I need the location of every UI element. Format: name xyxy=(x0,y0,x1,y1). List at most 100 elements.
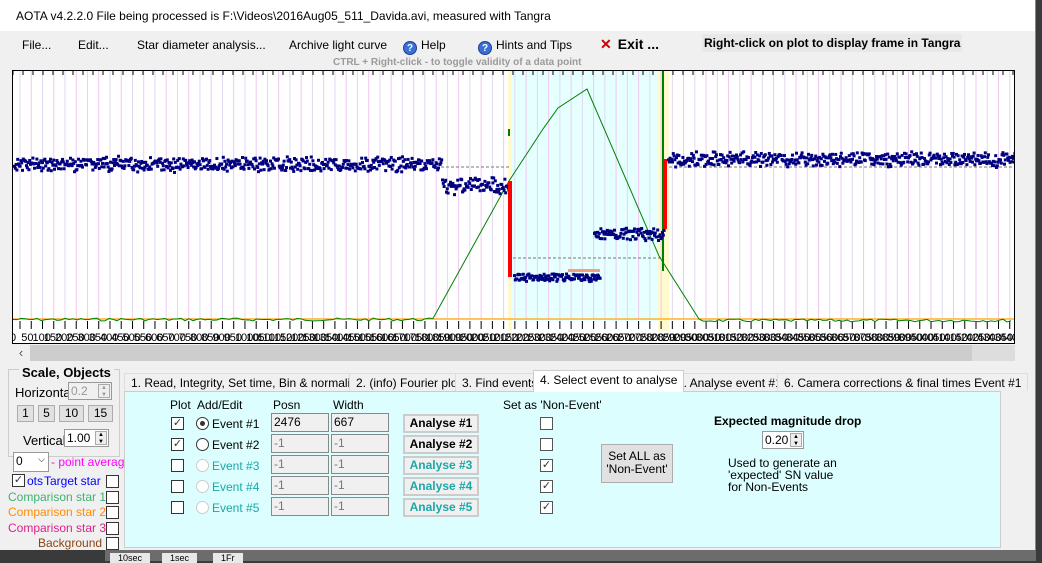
target-point xyxy=(442,184,446,188)
horizontal-spinner[interactable]: 0.2 ▲ ▼ xyxy=(68,382,112,400)
analyse-button-3[interactable]: Analyse #3 xyxy=(403,456,479,475)
plot-checkbox-event-1[interactable]: ✓ xyxy=(171,417,184,430)
target-point xyxy=(639,231,643,235)
target-point xyxy=(839,151,843,155)
target-point xyxy=(711,157,714,161)
mag-drop-spinner[interactable]: 0.20 ▲ ▼ xyxy=(762,431,804,449)
target-point xyxy=(795,151,798,155)
menu-hints[interactable]: ? Hints and Tips xyxy=(478,38,572,55)
target-point xyxy=(319,169,323,173)
width-field-3[interactable]: -1 xyxy=(331,455,389,474)
plot-checkbox-event-4[interactable] xyxy=(171,480,184,493)
scale-preset-10[interactable]: 10 xyxy=(59,405,84,422)
target-point xyxy=(27,168,31,172)
tab-5[interactable]: 5. Analyse event #1 xyxy=(670,373,789,391)
target-point xyxy=(35,157,39,161)
tab-2[interactable]: 2. (info) Fourier plot xyxy=(349,373,468,391)
non-event-checkbox-5[interactable]: ✓ xyxy=(540,501,553,514)
spin-arrows-icon[interactable]: ▲ ▼ xyxy=(95,431,107,445)
object-checkbox-4[interactable] xyxy=(106,537,119,550)
event-radio-3[interactable] xyxy=(196,459,209,472)
width-field-1[interactable]: 667 xyxy=(331,413,389,432)
target-point xyxy=(242,167,246,171)
light-curve-plot[interactable]: 0 50 100 150 200 250 300 350 400 450 500 550 600 650 7… xyxy=(10,70,1024,344)
target-point xyxy=(583,278,587,282)
menu-edit[interactable]: Edit... xyxy=(78,38,109,52)
scale-preset-15[interactable]: 15 xyxy=(88,405,113,422)
target-point xyxy=(983,151,987,155)
target-point xyxy=(478,189,482,193)
menu-help[interactable]: ? Help xyxy=(403,38,446,55)
analyse-button-4[interactable]: Analyse #4 xyxy=(403,477,479,496)
tab-4[interactable]: 4. Select event to analyse xyxy=(533,370,685,392)
non-event-checkbox-2[interactable] xyxy=(540,438,553,451)
scale-preset-1[interactable]: 1 xyxy=(17,405,34,422)
target-point xyxy=(303,167,307,171)
menu-exit[interactable]: ✕ Exit ... xyxy=(600,36,659,53)
target-point xyxy=(142,168,146,172)
tab-6[interactable]: 6. Camera corrections & final times Even… xyxy=(777,373,1029,391)
target-point xyxy=(221,155,225,159)
non-event-checkbox-1[interactable] xyxy=(540,417,553,430)
target-point xyxy=(223,159,227,163)
target-point xyxy=(172,157,176,161)
menu-archive-light-curve[interactable]: Archive light curve xyxy=(289,38,387,52)
target-point xyxy=(75,168,79,172)
target-point xyxy=(284,169,288,173)
vertical-spinner[interactable]: 1.00 ▲ ▼ xyxy=(64,429,109,447)
plot-checkbox-event-5[interactable] xyxy=(171,501,184,514)
posn-field-3[interactable]: -1 xyxy=(271,455,329,474)
plot-checkbox-event-2[interactable]: ✓ xyxy=(171,438,184,451)
posn-field-2[interactable]: -1 xyxy=(271,434,329,453)
analyse-button-5[interactable]: Analyse #5 xyxy=(403,498,479,517)
set-all-non-event-button[interactable]: Set ALL as 'Non-Event' xyxy=(601,444,673,483)
analyse-button-2[interactable]: Analyse #2 xyxy=(403,435,479,454)
object-checkbox-0[interactable] xyxy=(106,475,119,488)
object-checkbox-2[interactable] xyxy=(106,506,119,519)
spin-arrows-icon[interactable]: ▲ ▼ xyxy=(98,384,110,398)
target-point xyxy=(453,193,456,197)
posn-field-5[interactable]: -1 xyxy=(271,497,329,516)
tab-1[interactable]: 1. Read, Integrity, Set time, Bin & norm… xyxy=(124,373,370,391)
x-tick-label: 0 xyxy=(13,332,16,343)
event-radio-5[interactable] xyxy=(196,501,209,514)
target-point xyxy=(807,152,810,156)
event-radio-4[interactable] xyxy=(196,480,209,493)
event-radio-2[interactable] xyxy=(196,438,209,451)
menu-file[interactable]: File... xyxy=(22,38,51,52)
width-field-5[interactable]: -1 xyxy=(331,497,389,516)
light-curve-svg[interactable]: 0 501001502002503003504004505005506006507… xyxy=(10,71,1024,344)
target-point xyxy=(770,154,774,158)
object-label-2: Comparison star 2 xyxy=(8,505,107,519)
horizontal-scrollbar[interactable]: ‹ xyxy=(12,345,1015,361)
non-event-checkbox-4[interactable]: ✓ xyxy=(540,480,553,493)
spin-arrows-icon[interactable]: ▲ ▼ xyxy=(790,433,802,447)
target-point xyxy=(932,153,936,157)
scale-preset-5[interactable]: 5 xyxy=(38,405,55,422)
non-event-checkbox-3[interactable]: ✓ xyxy=(540,459,553,472)
width-field-2[interactable]: -1 xyxy=(331,434,389,453)
width-field-4[interactable]: -1 xyxy=(331,476,389,495)
target-point xyxy=(144,160,148,164)
scroll-thumb[interactable] xyxy=(30,345,972,361)
event-r-edge xyxy=(663,159,667,229)
target-point xyxy=(919,151,923,155)
target-point xyxy=(65,159,69,163)
posn-field-4[interactable]: -1 xyxy=(271,476,329,495)
plot-dots-checkbox[interactable]: ✓ xyxy=(12,474,25,487)
event-label-1: Event #1 xyxy=(212,417,260,431)
point-average-select[interactable]: 0 ⌵ xyxy=(13,452,49,472)
analyse-button-1[interactable]: Analyse #1 xyxy=(403,414,479,433)
target-point xyxy=(951,151,955,155)
object-checkbox-1[interactable] xyxy=(106,490,119,504)
plot-checkbox-event-3[interactable] xyxy=(171,459,184,472)
target-point xyxy=(224,165,228,169)
target-point xyxy=(625,226,628,230)
target-point xyxy=(621,236,625,240)
event-radio-1[interactable] xyxy=(196,417,209,430)
menu-star-diameter[interactable]: Star diameter analysis... xyxy=(137,38,266,52)
posn-field-1[interactable]: 2476 xyxy=(271,413,329,432)
tab-3[interactable]: 3. Find events xyxy=(455,373,545,391)
object-checkbox-3[interactable] xyxy=(106,521,119,535)
scroll-left-icon[interactable]: ‹ xyxy=(12,345,30,361)
